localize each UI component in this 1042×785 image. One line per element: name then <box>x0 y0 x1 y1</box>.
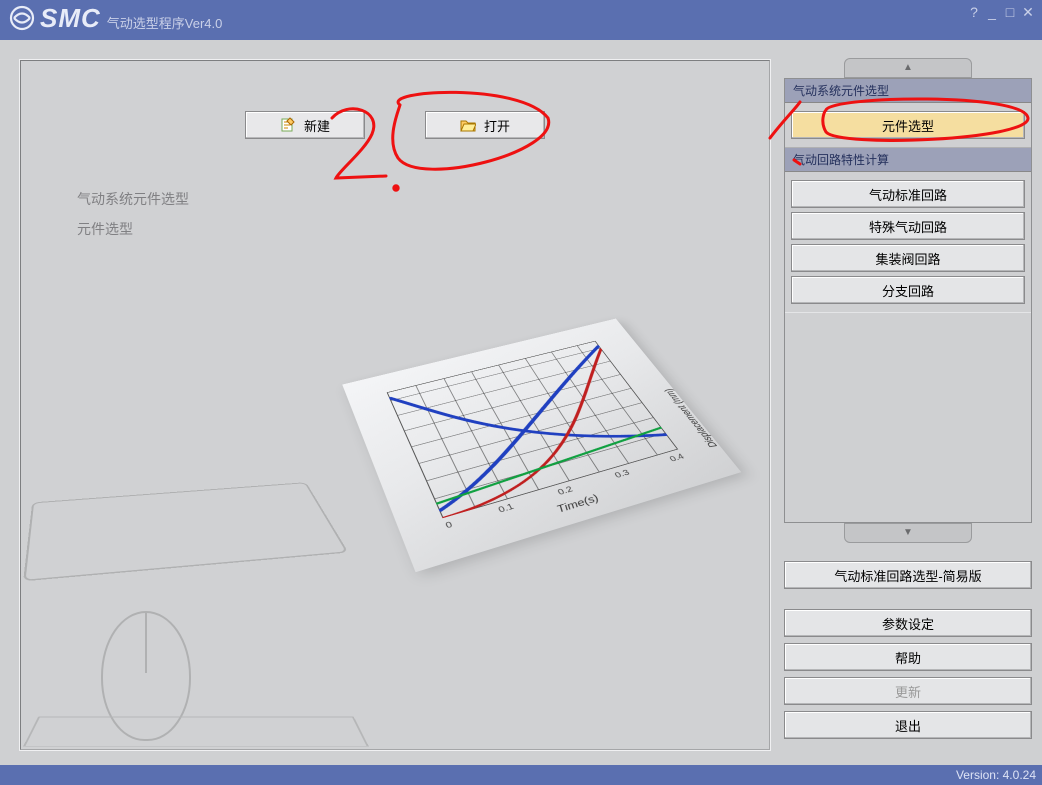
menu-manifold-circuit[interactable]: 集装阀回路 <box>791 244 1025 272</box>
title-bar: SMC 气动选型程序Ver4.0 ? _ □ ✕ <box>0 0 1042 36</box>
brand-swirl-icon <box>8 4 36 32</box>
new-button-label: 新建 <box>304 116 330 135</box>
version-label: Version: 4.0.24 <box>956 768 1036 782</box>
section-header-circuit: 气动回路特性计算 <box>785 148 1031 172</box>
panel-body: 气动系统元件选型 元件选型 气动回路特性计算 气动标准回路 特殊气动回路 集装阀… <box>784 78 1032 523</box>
panel-scroll-down[interactable]: ▼ <box>844 523 972 543</box>
section-components-menu: 元件选型 <box>785 103 1031 148</box>
status-bar: Version: 4.0.24 <box>0 765 1042 785</box>
workspace: 新建 打开 气动系统元件选型 元件选型 <box>0 40 1042 765</box>
breadcrumb-group: 气动系统元件选型 <box>77 189 189 209</box>
decorative-keyboard-sketch <box>31 421 371 741</box>
panel-spacer <box>785 312 1031 522</box>
minimize-icon[interactable]: _ <box>984 4 1000 21</box>
menu-standard-circuit[interactable]: 气动标准回路 <box>791 180 1025 208</box>
new-button[interactable]: 新建 <box>245 111 365 139</box>
section-circuit-menu: 气动标准回路 特殊气动回路 集装阀回路 分支回路 <box>785 172 1031 312</box>
brand-text: SMC <box>40 3 101 34</box>
close-icon[interactable]: ✕ <box>1020 4 1036 21</box>
open-button[interactable]: 打开 <box>425 111 545 139</box>
menu-help[interactable]: 帮助 <box>784 643 1032 671</box>
new-file-icon <box>280 117 296 133</box>
open-button-label: 打开 <box>484 116 510 135</box>
panel-scroll-up[interactable]: ▲ <box>844 58 972 78</box>
open-folder-icon <box>460 117 476 133</box>
help-icon[interactable]: ? <box>966 4 982 21</box>
menu-component-selection[interactable]: 元件选型 <box>791 111 1025 139</box>
right-panel: ▲ 气动系统元件选型 元件选型 气动回路特性计算 气动标准回路 特殊气动回路 集… <box>784 58 1032 739</box>
bottom-button-stack: 气动标准回路选型-简易版 参数设定 帮助 更新 退出 <box>784 561 1032 739</box>
toolbar-row: 新建 打开 <box>21 111 769 139</box>
breadcrumb-item: 元件选型 <box>77 219 133 239</box>
main-canvas: 新建 打开 气动系统元件选型 元件选型 <box>20 60 770 750</box>
window-controls: ? _ □ ✕ <box>966 4 1036 21</box>
menu-special-circuit[interactable]: 特殊气动回路 <box>791 212 1025 240</box>
menu-exit[interactable]: 退出 <box>784 711 1032 739</box>
menu-param-settings[interactable]: 参数设定 <box>784 609 1032 637</box>
brand-logo: SMC <box>8 3 101 34</box>
menu-simple-standard-circuit[interactable]: 气动标准回路选型-简易版 <box>784 561 1032 589</box>
maximize-icon[interactable]: □ <box>1002 4 1018 21</box>
decorative-chart-sheet: 0 0.1 0.2 0.3 0.4 Time(s) Displacement (… <box>342 319 741 573</box>
menu-update[interactable]: 更新 <box>784 677 1032 705</box>
section-header-components: 气动系统元件选型 <box>785 79 1031 103</box>
app-title: 气动选型程序Ver4.0 <box>107 13 223 32</box>
menu-branch-circuit[interactable]: 分支回路 <box>791 276 1025 304</box>
